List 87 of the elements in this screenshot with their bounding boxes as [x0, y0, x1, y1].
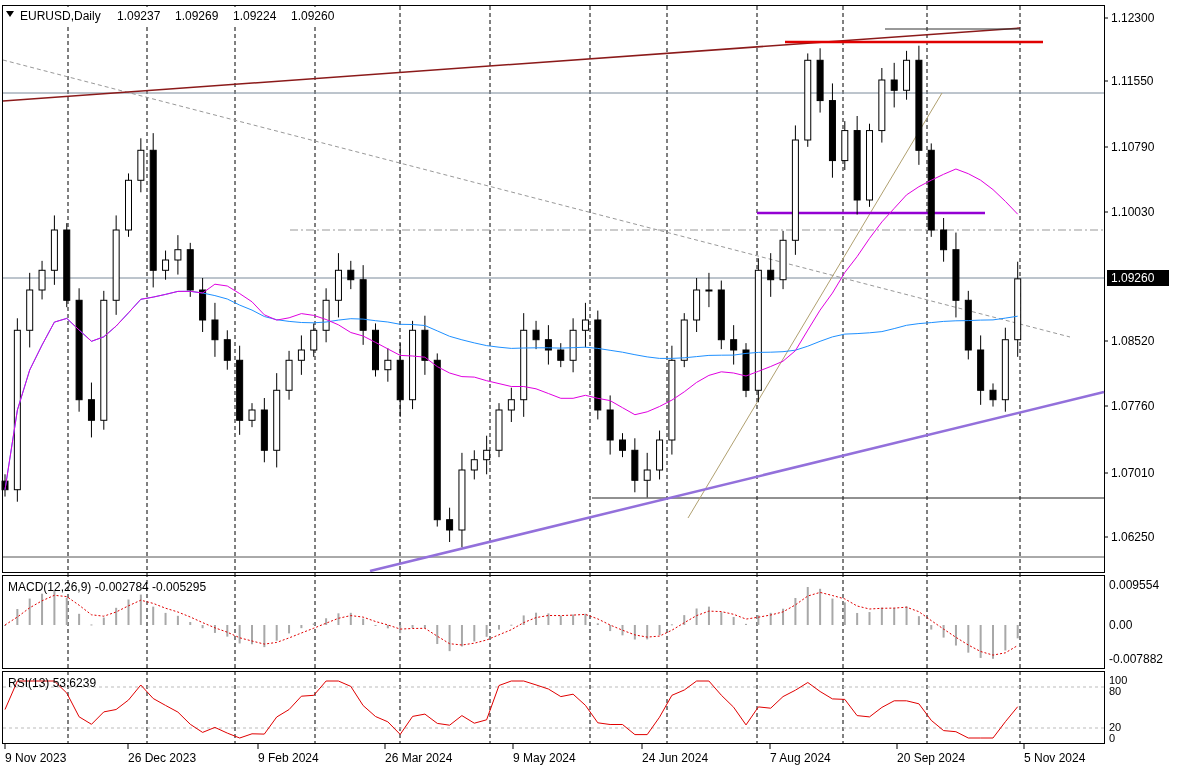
candlestick	[137, 137, 145, 193]
candlestick	[581, 302, 589, 348]
ohlc-value: 1.09269	[175, 9, 219, 23]
candlestick	[544, 324, 552, 366]
price-axis-label: 1.07760	[1111, 399, 1155, 413]
time-axis-label: 7 Aug 2024	[770, 751, 831, 765]
price-axis-label: 1.10790	[1111, 140, 1155, 154]
candlestick	[495, 402, 503, 458]
time-axis-label: 9 Feb 2024	[258, 751, 319, 765]
candlestick	[619, 432, 626, 458]
candlestick	[260, 397, 268, 463]
candlestick	[631, 437, 639, 493]
candlestick	[890, 62, 898, 108]
candlestick	[297, 334, 305, 376]
candlestick	[483, 435, 491, 475]
indicator-axis-label: 80	[1109, 685, 1122, 697]
candlestick	[742, 342, 750, 398]
candlestick	[507, 387, 515, 423]
candlestick	[384, 347, 392, 383]
indicator-axis-label: 0	[1109, 732, 1116, 744]
candlestick	[347, 260, 355, 290]
indicator-axis-label: 100	[1109, 674, 1128, 686]
indicator-axis-label: -0.007882	[1109, 652, 1164, 666]
indicator-axis-label: 20	[1109, 721, 1122, 733]
candlestick	[1, 473, 9, 498]
candlestick	[310, 322, 318, 358]
time-axis-label: 26 Mar 2024	[385, 751, 453, 765]
candlestick	[977, 334, 985, 406]
candlestick	[322, 287, 330, 343]
ohlc-value: 1.09224	[233, 9, 277, 23]
price-axis-label: 1.06250	[1111, 530, 1155, 544]
candlestick	[730, 324, 738, 366]
candlestick	[656, 430, 664, 480]
candlestick	[643, 452, 651, 498]
candlestick	[186, 242, 194, 298]
candlestick	[557, 342, 565, 368]
candlestick	[470, 449, 478, 480]
candlestick	[680, 312, 688, 368]
candlestick	[705, 272, 713, 308]
candlestick	[779, 230, 787, 290]
candlestick	[446, 507, 454, 543]
chart-title: EURUSD,Daily	[20, 9, 101, 23]
indicator-label: MACD(12,26,9) -0.002784 -0.005295	[8, 580, 207, 594]
indicator-axis-label: 0.009554	[1109, 578, 1160, 592]
price-axis-label: 1.11550	[1111, 74, 1154, 88]
candlestick	[964, 290, 972, 360]
ohlc-value: 1.09237	[117, 9, 161, 23]
candlestick	[87, 382, 95, 438]
time-axis-label: 20 Sep 2024	[897, 751, 966, 765]
candlestick	[532, 320, 540, 350]
time-axis-label: 26 Dec 2023	[128, 751, 197, 765]
candlestick	[125, 172, 132, 238]
price-axis-label: 1.12300	[1111, 11, 1155, 25]
candlestick	[989, 382, 997, 408]
ohlc-value: 1.09260	[291, 9, 335, 23]
time-axis-label: 9 May 2024	[513, 751, 576, 765]
candlestick	[569, 317, 577, 373]
time-axis-label: 5 Nov 2024	[1024, 751, 1086, 765]
candlestick	[903, 50, 911, 101]
candlestick	[767, 252, 775, 298]
candlestick	[717, 280, 725, 350]
price-axis-label: 1.10030	[1111, 205, 1155, 219]
candlestick	[162, 250, 170, 281]
candlestick	[211, 302, 219, 358]
candlestick	[334, 252, 342, 318]
indicator-axis-label: 0.00	[1109, 618, 1133, 632]
candlestick	[841, 120, 849, 171]
candlestick	[372, 322, 379, 378]
time-axis-label: 24 Jun 2024	[642, 751, 709, 765]
candlestick	[174, 234, 182, 276]
candlestick	[248, 402, 256, 428]
current-price-label: 1.09260	[1107, 270, 1169, 286]
candlestick	[816, 47, 824, 114]
price-axis-label: 1.07010	[1111, 466, 1155, 480]
candlestick	[50, 214, 58, 286]
candlestick	[940, 217, 948, 263]
triangle-icon[interactable]	[6, 11, 14, 17]
candlestick	[693, 277, 701, 333]
candlestick	[38, 260, 46, 300]
candlestick	[223, 329, 231, 371]
time-axis-label: 9 Nov 2023	[5, 751, 67, 765]
candlestick	[606, 394, 614, 456]
price-axis-label: 1.08520	[1111, 334, 1155, 348]
candlestick	[421, 315, 429, 376]
candlestick	[285, 350, 293, 401]
candlestick	[199, 277, 207, 333]
indicator-label: RSI(13) 53.6239	[8, 676, 97, 690]
